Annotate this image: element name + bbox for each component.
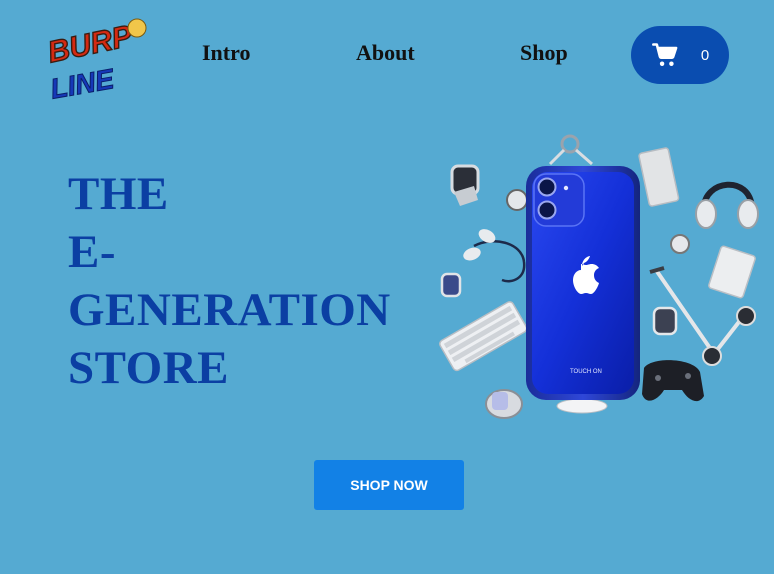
mouse-icon (556, 398, 608, 414)
hero-title-line: THE (68, 168, 169, 220)
smartwatch-icon (652, 306, 678, 336)
trackpad-icon (708, 245, 756, 299)
hero-title-line: GENERATION (68, 284, 391, 336)
earbuds-icon (463, 229, 526, 283)
cart-button[interactable]: 0 (631, 26, 729, 84)
phone-icon: TOUCH ON (526, 166, 640, 400)
brand-logo[interactable]: BURP LINE (40, 12, 152, 100)
camera-icon (506, 189, 528, 211)
nav-item-shop[interactable]: Shop (520, 40, 568, 66)
shop-now-button[interactable]: SHOP NOW (314, 460, 464, 510)
smartwatch-icon (440, 272, 462, 298)
product-illustration: TOUCH ON (439, 134, 759, 419)
hero-title: THE E- GENERATION STORE (68, 165, 428, 397)
nav-item-about[interactable]: About (356, 40, 415, 66)
smartwatch-icon (485, 389, 523, 419)
gadget-icon (670, 234, 690, 254)
gamepad-icon (642, 360, 704, 402)
logo-ball (127, 18, 147, 38)
smartwatch-icon (450, 164, 480, 206)
logo-text-line: LINE (48, 63, 117, 100)
keyboard-icon (439, 301, 528, 372)
hero-title-line: STORE (68, 342, 229, 394)
headphones-icon (695, 181, 759, 229)
hero-title-line: E- (68, 226, 116, 278)
keychain-icon (548, 134, 593, 166)
cart-icon (651, 43, 678, 66)
logo-text-burp: BURP (45, 19, 136, 69)
nav-item-intro[interactable]: Intro (202, 40, 251, 66)
cart-count: 0 (700, 46, 710, 64)
tablet-icon (638, 147, 680, 207)
phone-brand-text: TOUCH ON (570, 369, 602, 375)
